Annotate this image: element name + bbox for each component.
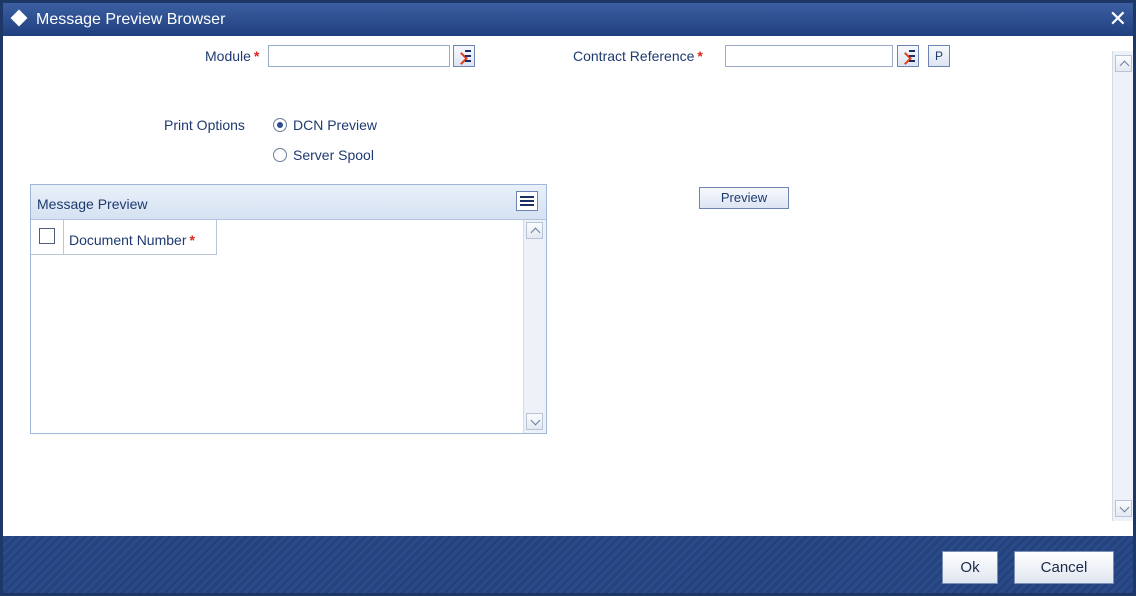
document-number-column-header: Document Number * [31,220,217,255]
radio-label: Server Spool [293,147,374,163]
content-area: Module * Contract Reference * P Print Opti… [3,36,1133,536]
list-icon [909,50,915,62]
column-divider [63,220,64,254]
close-icon[interactable]: ✕ [1109,6,1127,32]
window-diamond-icon [10,9,28,27]
message-preview-title: Message Preview [37,196,148,212]
module-lov-button[interactable] [453,45,475,67]
radio-label: DCN Preview [293,117,378,133]
chevron-up-icon [1119,60,1130,71]
document-number-header-label: Document Number * [69,232,195,248]
chevron-down-icon [530,415,541,426]
p-button[interactable]: P [928,45,950,67]
footer-bar: Ok Cancel [3,536,1133,593]
contract-reference-input[interactable] [725,45,893,67]
ok-button[interactable]: Ok [942,551,998,584]
message-preview-scrollbar[interactable] [523,220,546,433]
radio-circle [273,118,287,132]
message-preview-browser-window: Message Preview Browser ✕ Module * Contra… [0,0,1136,596]
select-all-checkbox[interactable] [39,228,55,244]
contract-reference-lov-button[interactable] [897,45,919,67]
window-title: Message Preview Browser [36,11,226,28]
scroll-up-button[interactable] [526,222,543,239]
radio-server-spool[interactable]: Server Spool [273,147,374,163]
contract-reference-label: Contract Reference * [573,48,703,64]
grid-view-icon[interactable] [516,191,538,211]
required-mark: * [189,232,195,248]
list-icon [465,50,471,62]
radio-dcn-preview[interactable]: DCN Preview [273,117,377,133]
module-input[interactable] [268,45,450,67]
required-mark: * [697,48,703,64]
print-options-label: Print Options [164,117,245,133]
scroll-down-button[interactable] [526,413,543,430]
scroll-up-button[interactable] [1115,55,1132,72]
message-preview-panel: Message Preview Document Number * [30,184,547,434]
title-bar: Message Preview Browser ✕ [3,3,1133,36]
preview-button[interactable]: Preview [699,187,789,209]
page-scrollbar[interactable] [1112,51,1133,521]
chevron-up-icon [530,227,541,238]
scroll-down-button[interactable] [1115,500,1132,517]
message-preview-header: Message Preview [31,185,546,220]
radio-selected-dot [277,122,283,128]
radio-circle [273,148,287,162]
required-mark: * [253,48,260,64]
chevron-down-icon [1119,502,1130,513]
cancel-button[interactable]: Cancel [1014,551,1114,584]
module-label: Module * [205,48,260,64]
